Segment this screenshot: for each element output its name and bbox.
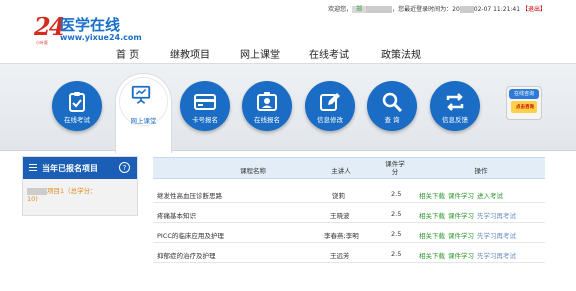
query-shortcut[interactable]: 查 询	[367, 81, 417, 147]
nav-projects[interactable]: 继教项目	[170, 46, 210, 61]
logout-link[interactable]: 【退出】	[522, 6, 546, 13]
lecturer: 王远芳	[330, 252, 350, 260]
exam-label: 在线考试	[64, 116, 90, 124]
col-lecturer: 主讲人	[331, 167, 351, 175]
redacted-year	[459, 6, 474, 13]
course-name: 抑郁症的治疗及护理	[157, 252, 216, 260]
study-link[interactable]: 课件学习	[448, 190, 474, 200]
course-hours: 2.5	[391, 230, 402, 238]
card-signup-shortcut[interactable]: 卡号报名	[180, 81, 230, 147]
col-hours-line2: 分	[391, 168, 399, 176]
login-time: 02-07 11:21:41	[473, 6, 521, 13]
panel-title: 当年已报名项目	[42, 164, 98, 173]
feedback-label: 信息反馈	[442, 116, 468, 124]
course-name: PICC的临床应用及护理	[157, 232, 224, 240]
online-service-button[interactable]: 在线咨询 点击咨询	[506, 86, 542, 120]
site-logo[interactable]: 24 医学在线 www.yixue24.com 小叶医	[34, 12, 174, 46]
user-name: 郑	[352, 6, 367, 13]
table-row: 继发性高血压诊断思路 饶莉 2.5 相关下载 课件学习 进入考试	[153, 184, 545, 203]
nav-home[interactable]: 首 页	[116, 46, 139, 61]
table-row: 抑郁症的治疗及护理 王远芳 2.5 相关下载 课件学习 先学习再考试	[153, 244, 545, 263]
col-course-name: 课程名称	[240, 167, 266, 175]
download-link[interactable]: 相关下载	[419, 190, 445, 200]
col-hours-line1: 课件学	[385, 160, 405, 168]
nav-exam[interactable]: 在线考试	[309, 46, 349, 61]
service-cta: 点击咨询	[516, 105, 534, 110]
lecturer: 李春燕;李明	[324, 232, 359, 240]
download-link[interactable]: 相关下载	[419, 250, 445, 260]
signup-label: 在线报名	[254, 116, 280, 124]
study-link[interactable]: 课件学习	[448, 230, 474, 240]
classroom-shortcut-active[interactable]: 网上课堂	[115, 73, 172, 153]
top-user-bar: 欢迎您，郑 ，您最近登录时间为：20 02-07 11:21:41 【退出】	[328, 4, 546, 13]
exam-pending-link[interactable]: 先学习再考试	[477, 210, 516, 220]
classroom-label: 网上课堂	[130, 117, 157, 125]
id-badge-icon	[257, 92, 277, 111]
col-operations: 操作	[474, 167, 488, 175]
nav-classroom[interactable]: 网上课堂	[240, 46, 280, 61]
online-signup-shortcut[interactable]: 在线报名	[242, 81, 292, 147]
query-label: 查 询	[384, 116, 400, 124]
card-label: 卡号报名	[192, 116, 218, 124]
feature-icon-band: 在线考试 网上课堂 卡号报名 在线报名 信息修改 查 询 信息反馈	[0, 63, 576, 153]
project-hours-label: （总学分：	[64, 187, 97, 195]
card-icon	[194, 94, 216, 110]
service-title: 在线咨询	[509, 89, 539, 99]
course-name: 继发性高血压诊断思路	[157, 192, 222, 200]
table-row: 疼痛基本知识 王晓波 2.5 相关下载 课件学习 先学习再考试	[153, 204, 545, 223]
exam-pending-link[interactable]: 先学习再考试	[477, 250, 516, 260]
download-link[interactable]: 相关下载	[419, 210, 445, 220]
project-hours-value: 10)	[27, 195, 38, 203]
refresh-arrows-icon	[446, 93, 464, 111]
col-hours: 课件学 分	[380, 160, 410, 176]
panel-header: 当年已报名项目 ?	[23, 157, 137, 179]
course-name: 疼痛基本知识	[157, 212, 196, 220]
table-header: 课程名称 主讲人 课件学 分 操作	[153, 157, 545, 179]
page: 欢迎您，郑 ，您最近登录时间为：20 02-07 11:21:41 【退出】 24 …	[0, 0, 576, 291]
course-hours: 2.5	[391, 250, 402, 258]
exam-link[interactable]: 进入考试	[477, 190, 503, 200]
project-item[interactable]: 项目1（总学分：	[27, 185, 97, 195]
search-icon	[382, 92, 403, 113]
redacted-project	[27, 187, 47, 195]
lecturer: 饶莉	[332, 192, 345, 200]
last-login-label: ，您最近登录时间为：	[392, 6, 453, 13]
logo-name: 医学在线	[60, 16, 121, 34]
exam-shortcut[interactable]: 在线考试	[52, 81, 102, 147]
presentation-board-icon	[131, 85, 151, 104]
logo-url: www.yixue24.com	[60, 33, 142, 42]
logo-number: 24	[34, 12, 65, 41]
study-link[interactable]: 课件学习	[448, 210, 474, 220]
help-icon[interactable]: ?	[119, 162, 130, 173]
main-nav: 首 页 继教项目 网上课堂 在线考试 政策法规	[0, 46, 576, 62]
profile-edit-shortcut[interactable]: 信息修改	[305, 81, 355, 147]
edit-pencil-icon	[320, 93, 340, 111]
download-link[interactable]: 相关下载	[419, 230, 445, 240]
course-hours: 2.5	[391, 210, 402, 218]
lecturer: 王晓波	[330, 212, 350, 220]
exam-pending-link[interactable]: 先学习再考试	[477, 230, 516, 240]
enrolled-projects-panel: 当年已报名项目 ? 项目1（总学分： 10)	[22, 156, 138, 216]
study-link[interactable]: 课件学习	[448, 250, 474, 260]
redacted-name	[366, 6, 393, 13]
feedback-shortcut[interactable]: 信息反馈	[430, 81, 480, 147]
clipboard-check-icon	[69, 92, 85, 112]
course-hours: 2.5	[391, 190, 402, 198]
table-row: PICC的临床应用及护理 李春燕;李明 2.5 相关下载 课件学习 先学习再考试	[153, 224, 545, 243]
profile-label: 信息修改	[317, 116, 343, 124]
menu-icon	[29, 164, 37, 171]
login-time-prefix: 20	[452, 6, 460, 13]
project-label: 项目1	[47, 187, 65, 195]
nav-policy[interactable]: 政策法规	[381, 46, 421, 61]
welcome-text: 欢迎您，	[328, 6, 353, 13]
